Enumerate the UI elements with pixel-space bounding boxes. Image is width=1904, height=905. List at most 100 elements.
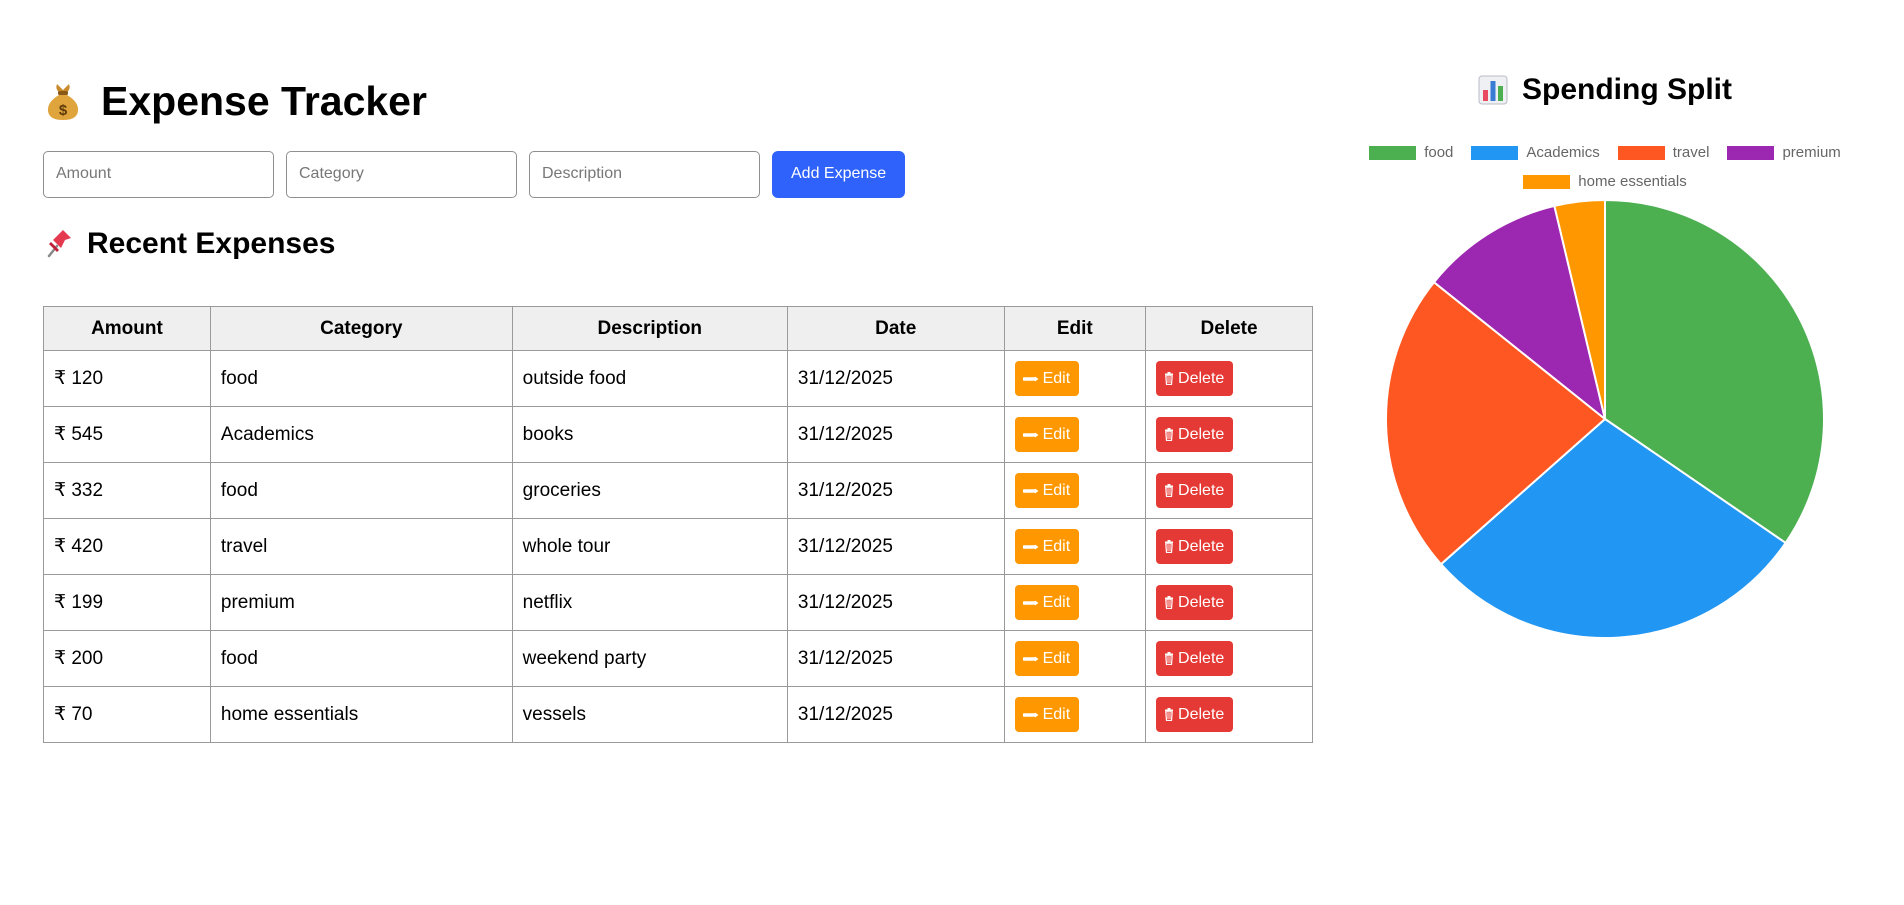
expenses-table: Amount Category Description Date Edit De… <box>43 306 1313 743</box>
cell-date: 31/12/2025 <box>786 350 1005 407</box>
trash-icon <box>1164 708 1174 721</box>
cell-edit: Edit <box>1003 630 1147 687</box>
cell-edit: Edit <box>1003 350 1147 407</box>
cell-category: premium <box>209 574 513 631</box>
cell-date: 31/12/2025 <box>786 630 1005 687</box>
add-expense-form: Add Expense <box>43 150 1313 198</box>
legend-swatch <box>1369 145 1417 160</box>
legend-item[interactable]: travel <box>1617 144 1709 161</box>
legend-swatch <box>1523 174 1571 189</box>
delete-button[interactable]: Delete <box>1156 361 1234 396</box>
trash-icon <box>1164 428 1174 441</box>
cell-delete: Delete <box>1145 406 1313 463</box>
delete-button-label: Delete <box>1178 705 1225 723</box>
cell-date: 31/12/2025 <box>786 574 1005 631</box>
legend-item[interactable]: Academics <box>1471 144 1600 161</box>
delete-button[interactable]: Delete <box>1156 697 1234 732</box>
trash-icon <box>1164 372 1174 385</box>
column-header-delete: Delete <box>1145 306 1313 351</box>
edit-button-label: Edit <box>1042 369 1071 387</box>
cell-delete: Delete <box>1145 350 1313 407</box>
legend-label: Academics <box>1526 144 1600 161</box>
column-header-amount: Amount <box>43 306 211 351</box>
cell-amount: ₹ 420 <box>43 518 211 575</box>
edit-button-label: Edit <box>1042 649 1071 667</box>
page-title-text: Expense Tracker <box>101 77 427 124</box>
legend-item[interactable]: premium <box>1727 144 1841 161</box>
pencil-icon <box>1022 430 1039 440</box>
table-header-row: Amount Category Description Date Edit De… <box>43 306 1313 351</box>
cell-category: food <box>209 630 513 687</box>
cell-description: books <box>511 406 788 463</box>
edit-button[interactable]: Edit <box>1014 417 1080 452</box>
edit-button-label: Edit <box>1042 593 1071 611</box>
delete-button[interactable]: Delete <box>1156 473 1234 508</box>
cell-category: food <box>209 350 513 407</box>
legend-swatch <box>1727 145 1775 160</box>
column-header-date: Date <box>786 306 1005 351</box>
table-row: ₹ 120 food outside food 31/12/2025 Edit Delet… <box>43 350 1313 407</box>
table-row: ₹ 200 food weekend party 31/12/2025 Edit Dele… <box>43 630 1313 687</box>
cell-description: whole tour <box>511 518 788 575</box>
delete-button[interactable]: Delete <box>1156 641 1234 676</box>
column-header-category: Category <box>209 306 513 351</box>
cell-delete: Delete <box>1145 686 1313 743</box>
delete-button-label: Delete <box>1178 481 1225 499</box>
pencil-icon <box>1022 486 1039 496</box>
legend-label: premium <box>1782 144 1841 161</box>
cell-edit: Edit <box>1003 462 1147 519</box>
cell-amount: ₹ 70 <box>43 686 211 743</box>
amount-input[interactable] <box>43 150 274 198</box>
table-row: ₹ 332 food groceries 31/12/2025 Edit Delete <box>43 462 1313 519</box>
cell-description: vessels <box>511 686 788 743</box>
chart-legend: food Academics travel premium home essential… <box>1360 144 1850 190</box>
cell-amount: ₹ 200 <box>43 630 211 687</box>
pencil-icon <box>1022 374 1039 384</box>
edit-button[interactable]: Edit <box>1014 361 1080 396</box>
cell-delete: Delete <box>1145 462 1313 519</box>
cell-date: 31/12/2025 <box>786 518 1005 575</box>
category-input[interactable] <box>286 150 517 198</box>
pencil-icon <box>1022 710 1039 720</box>
legend-item[interactable]: home essentials <box>1523 173 1687 190</box>
recent-expenses-title: Recent Expenses <box>43 220 1313 268</box>
edit-button[interactable]: Edit <box>1014 641 1080 676</box>
delete-button[interactable]: Delete <box>1156 585 1234 620</box>
trash-icon <box>1164 540 1174 553</box>
edit-button-label: Edit <box>1042 425 1071 443</box>
table-row: ₹ 199 premium netflix 31/12/2025 Edit Delete <box>43 574 1313 631</box>
pie-chart <box>1385 198 1825 639</box>
edit-button[interactable]: Edit <box>1014 529 1080 564</box>
cell-date: 31/12/2025 <box>786 686 1005 743</box>
edit-button[interactable]: Edit <box>1014 585 1080 620</box>
expense-panel: $ Expense Tracker Add Expense Recent Exp… <box>43 60 1313 743</box>
cell-amount: ₹ 120 <box>43 350 211 407</box>
pencil-icon <box>1022 542 1039 552</box>
pie-chart-container <box>1360 198 1850 660</box>
legend-item[interactable]: food <box>1369 144 1453 161</box>
edit-button[interactable]: Edit <box>1014 697 1080 732</box>
trash-icon <box>1164 652 1174 665</box>
edit-button-label: Edit <box>1042 705 1071 723</box>
trash-icon <box>1164 596 1174 609</box>
svg-text:$: $ <box>59 102 68 119</box>
cell-description: outside food <box>511 350 788 407</box>
delete-button-label: Delete <box>1178 649 1225 667</box>
delete-button[interactable]: Delete <box>1156 529 1234 564</box>
cell-delete: Delete <box>1145 574 1313 631</box>
legend-label: food <box>1424 144 1454 161</box>
cell-category: travel <box>209 518 513 575</box>
money-bag-icon: $ <box>43 80 83 122</box>
edit-button[interactable]: Edit <box>1014 473 1080 508</box>
legend-label: home essentials <box>1578 173 1687 190</box>
cell-description: weekend party <box>511 630 788 687</box>
bar-chart-icon <box>1478 75 1508 105</box>
cell-category: Academics <box>209 406 513 463</box>
delete-button[interactable]: Delete <box>1156 417 1234 452</box>
add-expense-button[interactable]: Add Expense <box>772 150 906 198</box>
column-header-edit: Edit <box>1003 306 1147 351</box>
page-title: $ Expense Tracker <box>43 60 1313 142</box>
pencil-icon <box>1022 598 1039 608</box>
description-input[interactable] <box>529 150 760 198</box>
pencil-icon <box>1022 654 1039 664</box>
